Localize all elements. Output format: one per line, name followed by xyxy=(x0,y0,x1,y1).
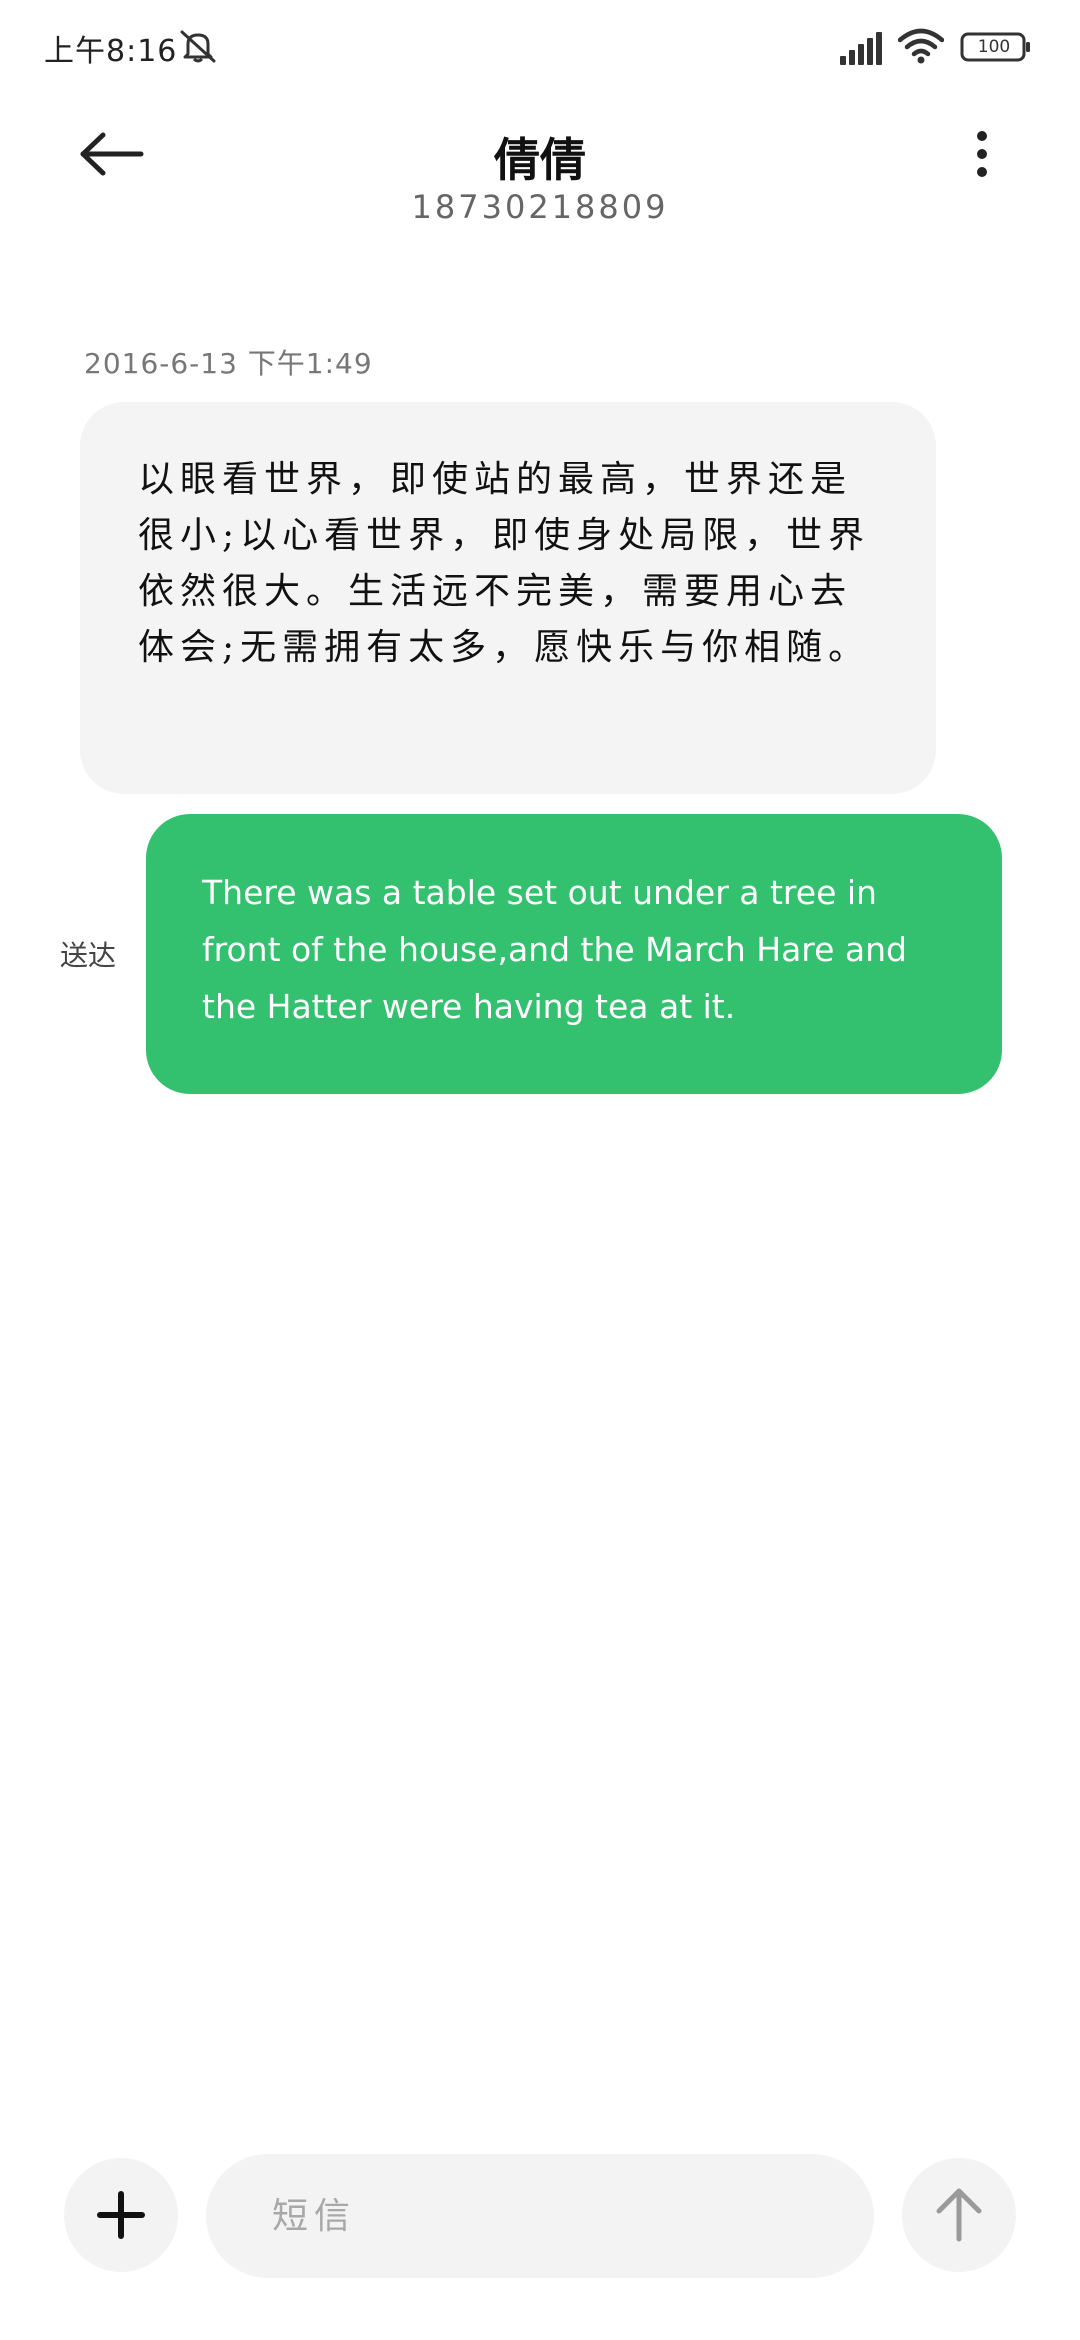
plus-icon xyxy=(97,2191,145,2239)
status-time: 上午8:16 xyxy=(44,34,178,69)
signal-icon xyxy=(840,32,882,65)
more-options-button[interactable] xyxy=(952,118,1012,190)
message-input[interactable] xyxy=(206,2154,874,2278)
phone-number: 18730218809 xyxy=(411,188,669,226)
send-button[interactable] xyxy=(902,2158,1016,2272)
delivery-status: 送达 xyxy=(60,939,117,972)
battery-level: 100 xyxy=(977,37,1011,57)
sent-message-bubble[interactable]: There was a table set out under a tree i… xyxy=(146,814,1002,1094)
wifi-icon xyxy=(898,28,944,64)
more-vertical-icon xyxy=(977,131,987,177)
add-attachment-button[interactable] xyxy=(64,2158,178,2272)
mute-icon xyxy=(180,30,216,63)
status-bar: 上午8:16 100 xyxy=(0,0,1080,90)
sent-message-text: There was a table set out under a tree i… xyxy=(202,873,908,1026)
send-arrow-icon xyxy=(936,2188,982,2242)
received-message-text: 以眼看世界，即使站的最高，世界还是很小;以心看世界，即使身处局限，世界依然很大。… xyxy=(138,459,871,668)
received-message-bubble[interactable]: 以眼看世界，即使站的最高，世界还是很小;以心看世界，即使身处局限，世界依然很大。… xyxy=(80,402,936,794)
contact-name: 倩倩 xyxy=(494,133,586,187)
message-timestamp: 2016-6-13 下午1:49 xyxy=(84,347,373,380)
